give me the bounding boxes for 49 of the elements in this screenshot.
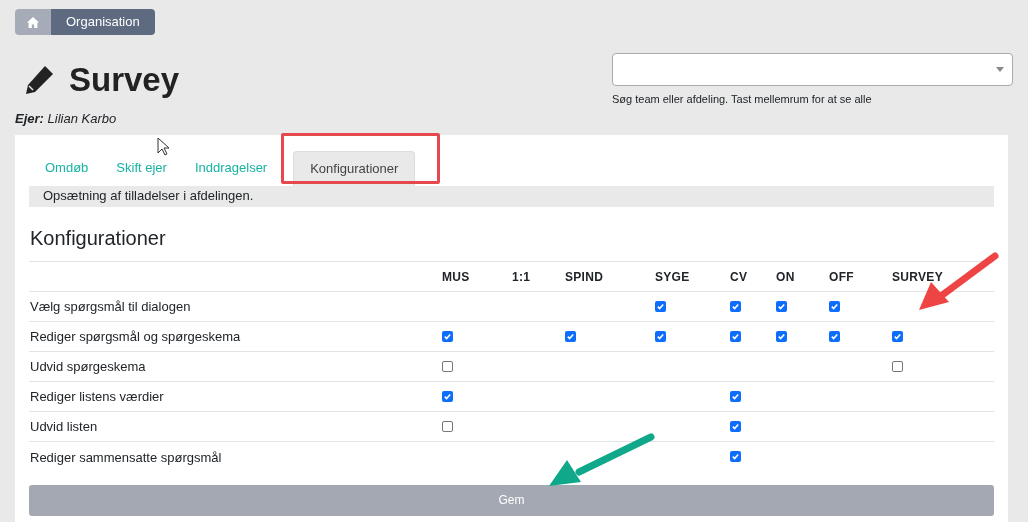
- tab-description: Opsætning af tilladelser i afdelingen.: [43, 187, 254, 206]
- column-header: 1:1: [512, 270, 531, 284]
- row-label: Udvid listen: [30, 419, 98, 434]
- column-header: MUS: [442, 270, 470, 284]
- checkbox[interactable]: [730, 451, 741, 462]
- checkbox[interactable]: [442, 390, 453, 402]
- checkbox[interactable]: [829, 300, 840, 312]
- checkbox[interactable]: [565, 330, 576, 342]
- checkbox[interactable]: [730, 420, 741, 432]
- row-label: Rediger listens værdier: [30, 389, 164, 404]
- column-header: CV: [730, 270, 748, 284]
- tab[interactable]: Konfigurationer: [293, 150, 416, 186]
- checkbox[interactable]: [776, 330, 787, 342]
- home-icon: [27, 16, 39, 28]
- checkbox[interactable]: [776, 300, 787, 312]
- owner-text: Ejer: Lilian Karbo: [15, 110, 118, 128]
- tab[interactable]: Omdøb: [31, 150, 103, 186]
- checkbox[interactable]: [730, 300, 741, 312]
- save-button[interactable]: Gem: [29, 484, 994, 516]
- row-label: Rediger spørgsmål og spørgeskema: [30, 329, 241, 344]
- tab[interactable]: Skift ejer: [102, 150, 181, 186]
- checkbox[interactable]: [730, 390, 741, 402]
- section-title: Konfigurationer: [30, 225, 167, 251]
- pencil-icon: [23, 64, 55, 96]
- tab[interactable]: Inddragelser: [180, 150, 282, 186]
- checkbox[interactable]: [892, 360, 903, 372]
- column-header: ON: [776, 270, 795, 284]
- checkbox[interactable]: [829, 330, 840, 342]
- search-hint: Søg team eller afdeling. Tast mellemrum for at se alle: [612, 92, 873, 107]
- column-header: SURVEY: [892, 270, 943, 284]
- checkbox[interactable]: [730, 330, 741, 342]
- column-header: SYGE: [655, 270, 690, 284]
- column-header: OFF: [829, 270, 854, 284]
- row-label: Vælg spørgsmål til dialogen: [30, 299, 191, 314]
- checkbox[interactable]: [655, 300, 666, 312]
- checkbox[interactable]: [442, 360, 453, 372]
- breadcrumb-link[interactable]: Organisation: [51, 9, 155, 35]
- row-label: Udvid spørgeskema: [30, 359, 146, 374]
- checkbox[interactable]: [442, 330, 453, 342]
- row-label: Rediger sammensatte spørgsmål: [30, 449, 222, 465]
- caret-icon: [996, 67, 1004, 72]
- checkbox[interactable]: [442, 420, 453, 432]
- checkbox[interactable]: [655, 330, 666, 342]
- cursor-icon: [157, 137, 170, 156]
- checkbox[interactable]: [892, 330, 903, 342]
- search-dropdown[interactable]: [612, 53, 1013, 86]
- home-breadcrumb[interactable]: [15, 9, 51, 35]
- page-title: Survey: [69, 60, 180, 101]
- column-header: SPIND: [565, 270, 604, 284]
